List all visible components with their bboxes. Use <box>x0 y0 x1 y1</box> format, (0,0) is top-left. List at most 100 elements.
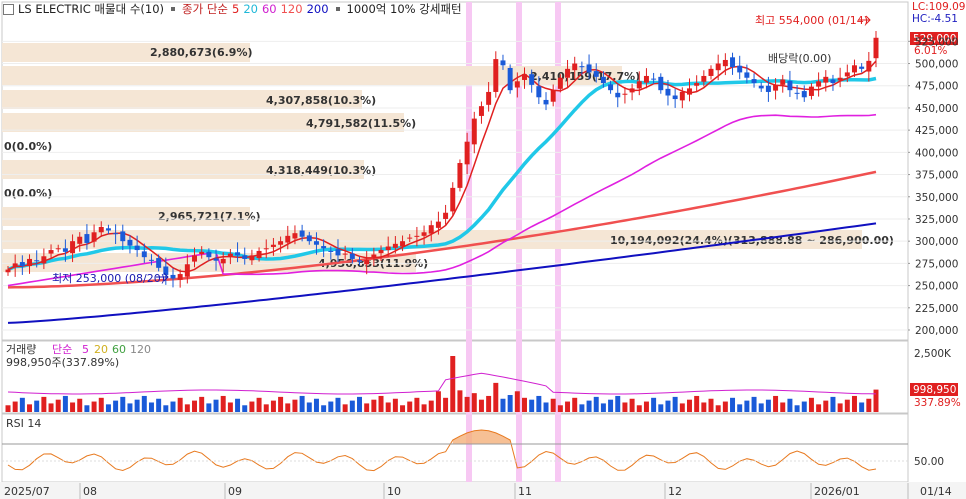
volume-bar <box>679 403 685 412</box>
volume-bar <box>156 398 162 412</box>
candle-body <box>536 86 542 98</box>
volume-bar <box>364 403 370 412</box>
volume-bar <box>120 396 126 412</box>
volume-bar <box>651 397 657 412</box>
volume-bar <box>737 404 743 412</box>
volume-bar <box>844 399 850 412</box>
candle-body <box>765 85 771 92</box>
volume-bar <box>34 400 40 412</box>
volume-bar <box>794 405 800 412</box>
candle-body <box>192 255 198 262</box>
candle-body <box>335 249 341 256</box>
candle-body <box>34 260 40 262</box>
volume-bar <box>722 401 728 412</box>
y-tick-label: 500,000 <box>915 59 958 71</box>
volume-bar <box>586 400 592 412</box>
candle-body <box>184 264 190 277</box>
candle-body <box>758 85 764 89</box>
volume-bar <box>105 404 111 412</box>
candle-body <box>70 241 76 254</box>
volume-bar <box>751 396 757 412</box>
volume-bar <box>421 404 427 412</box>
rsi-legend: RSI 14 <box>6 417 41 430</box>
y-tick-label: 425,000 <box>915 125 958 137</box>
volume-bar <box>493 382 499 412</box>
volume-bar <box>227 402 233 412</box>
candle-body <box>435 221 441 228</box>
volume-bars <box>5 356 879 412</box>
volume-bar <box>643 401 649 412</box>
y-tick-label: 225,000 <box>915 303 958 315</box>
volume-current-label: 998,950주(337.89%) <box>6 356 119 369</box>
volume-bar <box>313 398 319 412</box>
volume-bar <box>148 402 154 412</box>
candle-body <box>127 239 133 246</box>
candle-body <box>98 226 104 233</box>
candle-body <box>844 72 850 77</box>
volume-bar <box>242 405 248 412</box>
candle-body <box>565 68 571 78</box>
candle-body <box>220 258 226 264</box>
volume-bar <box>500 398 506 412</box>
volume-bar <box>457 390 463 412</box>
volume-bar <box>873 389 879 412</box>
candle-body <box>493 59 499 92</box>
volume-bar <box>801 401 807 412</box>
candle-body <box>285 235 291 243</box>
volume-bar <box>514 391 520 412</box>
candle-body <box>278 241 284 245</box>
volume-bar <box>694 395 700 412</box>
candle-body <box>514 81 520 88</box>
candle-body <box>686 88 692 95</box>
y-tick-label: 525,000 <box>915 36 958 48</box>
volume-bar <box>414 397 420 412</box>
volume-bar <box>285 403 291 412</box>
candle-body <box>801 91 807 98</box>
volume-bar <box>184 404 190 412</box>
volume-bar <box>830 396 836 412</box>
candle-body <box>385 246 391 251</box>
volume-bar <box>708 398 714 412</box>
candle-body <box>866 60 872 72</box>
volume-profile-label: 2,880,673(6.9%) <box>150 46 253 59</box>
candle-body <box>593 71 599 77</box>
candle-body <box>177 274 183 280</box>
y-tick-label: 250,000 <box>915 281 958 293</box>
candle-body <box>658 76 664 91</box>
volume-bar <box>127 403 133 412</box>
candle-body <box>41 256 47 264</box>
candle-body <box>529 74 535 85</box>
candle-body <box>572 63 578 71</box>
rsi-panel-frame <box>1 413 909 483</box>
volume-bar <box>192 400 198 412</box>
candle-body <box>694 83 700 86</box>
candle-body <box>808 86 814 96</box>
volume-bar <box>263 404 269 412</box>
volume-bar <box>342 404 348 412</box>
volume-bar <box>278 396 284 412</box>
volume-bar <box>780 402 786 412</box>
candle-body <box>471 118 477 145</box>
volume-bar <box>235 398 241 412</box>
candle-body <box>622 93 628 95</box>
y-tick-label: 350,000 <box>915 192 958 204</box>
candle-body <box>12 263 18 267</box>
candle-body <box>357 260 362 262</box>
volume-profile-label: 4,307,858(10.3%) <box>266 94 376 107</box>
y-tick-label: 300,000 <box>915 236 958 248</box>
volume-bar <box>328 401 334 412</box>
x-label-12: 12 <box>668 485 682 498</box>
candle-body <box>780 79 786 85</box>
volume-bar <box>543 402 549 412</box>
volume-bar <box>730 397 736 412</box>
candle-body <box>206 251 212 258</box>
candle-body <box>400 241 406 247</box>
volume-bar <box>349 400 355 412</box>
candle-body <box>235 252 241 256</box>
hc-label: HC:-4.51 <box>912 13 958 25</box>
candle-body <box>19 262 25 267</box>
volume-bar <box>608 399 614 412</box>
volume-bar <box>98 397 104 412</box>
volume-bar <box>113 400 119 412</box>
rsi-overbought-fill <box>452 430 511 444</box>
